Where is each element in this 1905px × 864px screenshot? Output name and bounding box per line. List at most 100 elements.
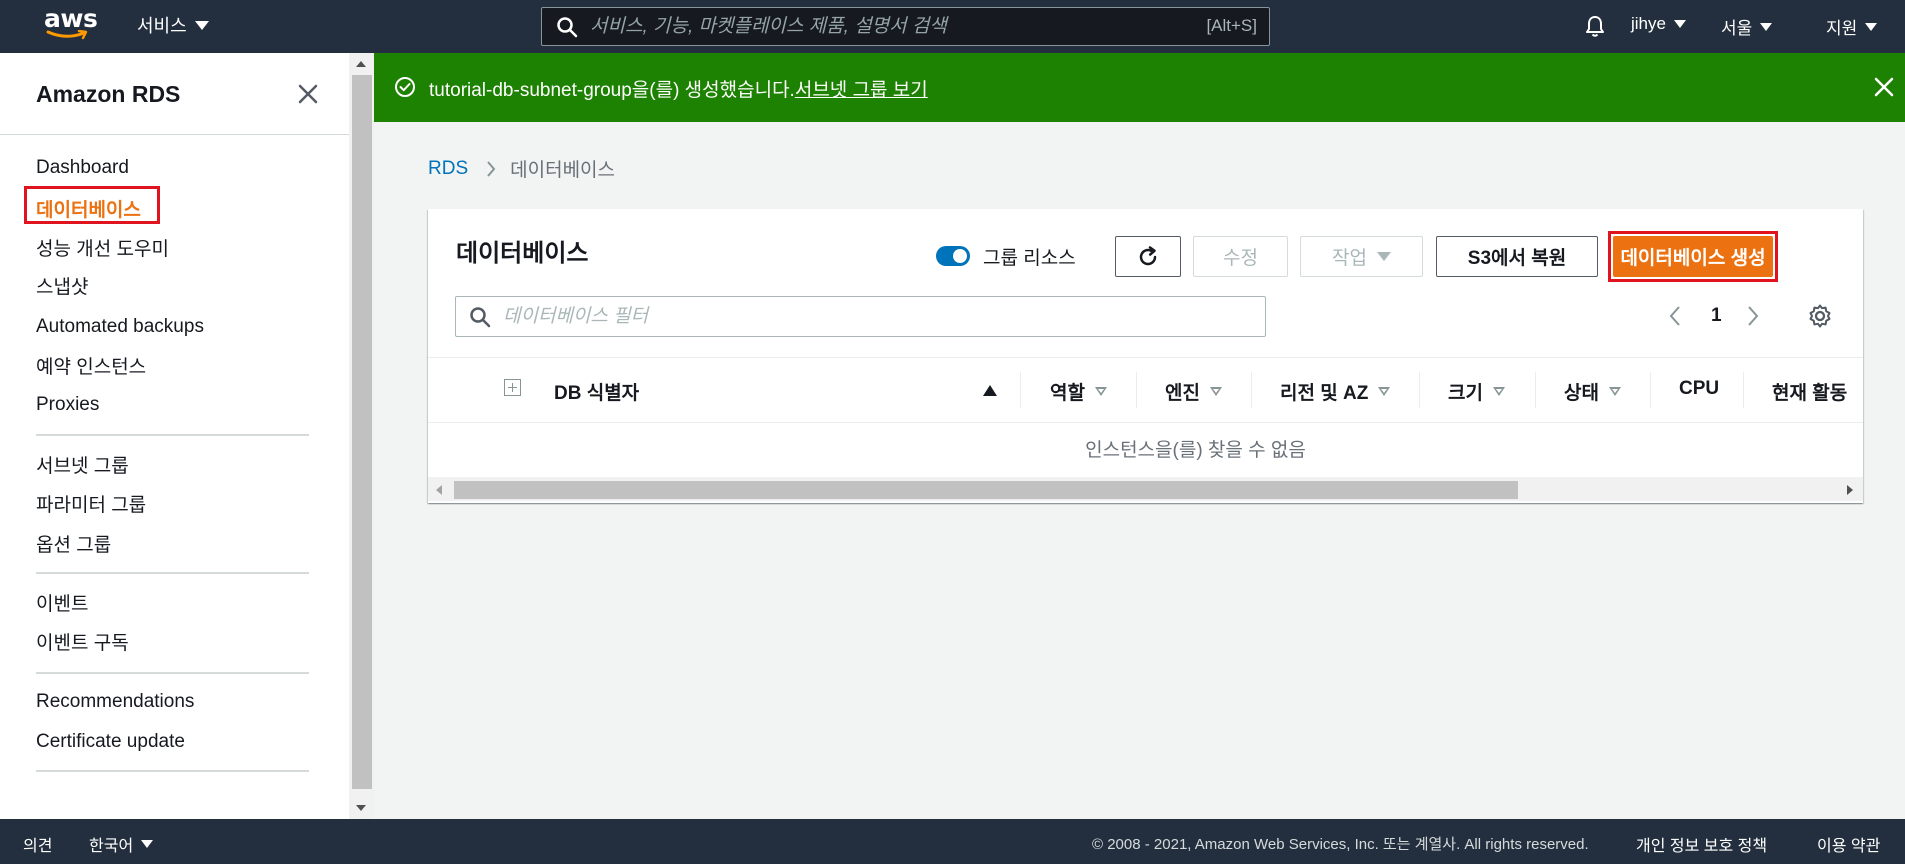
language-selector[interactable]: 한국어 (89, 832, 154, 856)
breadcrumb-current: 데이터베이스 (510, 160, 616, 181)
table-horizontal-scrollbar[interactable] (428, 477, 1863, 501)
global-search[interactable]: [Alt+S] (541, 7, 1270, 46)
panel-title: 데이터베이스 (456, 240, 589, 267)
sidebar-item-subnet-groups[interactable]: 서브넷 그룹 (36, 451, 129, 478)
sidebar-scrollbar[interactable] (349, 53, 374, 819)
scroll-left-arrow-icon[interactable] (436, 485, 442, 495)
modify-button[interactable]: 수정 (1193, 236, 1288, 277)
sidebar-item-automated-backups[interactable]: Automated backups (36, 316, 204, 338)
sort-icon (1094, 387, 1107, 396)
divider (428, 422, 1863, 423)
divider (36, 434, 309, 436)
sort-ascending-icon[interactable] (983, 385, 997, 396)
column-separator (1743, 372, 1744, 408)
current-page-number[interactable]: 1 (1711, 305, 1722, 327)
column-header-role[interactable]: 역할 (1050, 378, 1107, 405)
column-header-cpu[interactable]: CPU (1679, 378, 1719, 400)
sidebar-item-parameter-groups[interactable]: 파라미터 그룹 (36, 490, 146, 517)
region-name: 서울 (1721, 19, 1753, 38)
view-subnet-group-link[interactable]: 서브넷 그룹 보기 (795, 80, 928, 101)
sidebar-item-recommendations[interactable]: Recommendations (36, 691, 194, 713)
terms-of-use-link[interactable]: 이용 약관 (1817, 832, 1880, 856)
scroll-up-arrow-icon[interactable] (356, 61, 366, 67)
column-header-label: 상태 (1564, 383, 1599, 404)
gear-icon[interactable] (1807, 303, 1833, 329)
sidebar-item-events[interactable]: 이벤트 (36, 589, 88, 616)
feedback-link[interactable]: 의견 (23, 832, 52, 856)
column-separator (1251, 372, 1252, 408)
sidebar-item-certificate-update[interactable]: Certificate update (36, 731, 185, 753)
column-header-current-activity[interactable]: 현재 활동 (1772, 378, 1847, 405)
divider (36, 770, 309, 772)
database-filter[interactable] (455, 296, 1266, 337)
column-header-label: 리전 및 AZ (1280, 383, 1369, 404)
scroll-down-arrow-icon[interactable] (356, 805, 366, 811)
column-header-label: 크기 (1448, 383, 1483, 404)
actions-dropdown-button[interactable]: 작업 (1300, 236, 1423, 277)
sidebar-item-databases[interactable]: 데이터베이스 (36, 195, 141, 222)
flash-message-text: tutorial-db-subnet-group을(를) 생성했습니다. (429, 80, 795, 101)
scrollbar-thumb[interactable] (352, 75, 372, 789)
sort-icon (1492, 387, 1505, 396)
sidebar-item-performance-insights[interactable]: 성능 개선 도우미 (36, 234, 169, 261)
global-search-input[interactable] (590, 15, 1190, 38)
create-database-label: 데이터베이스 생성 (1620, 248, 1766, 269)
region-menu[interactable]: 서울 (1721, 14, 1773, 39)
expand-all-icon[interactable] (504, 379, 521, 396)
sidebar-item-snapshots[interactable]: 스냅샷 (36, 272, 88, 299)
support-menu[interactable]: 지원 (1826, 14, 1878, 39)
column-header-label: CPU (1679, 378, 1720, 399)
next-page-icon[interactable] (1746, 305, 1760, 327)
chevron-down-icon (1865, 22, 1878, 31)
scroll-right-arrow-icon[interactable] (1847, 485, 1853, 495)
sidebar-item-option-groups[interactable]: 옵션 그룹 (36, 530, 111, 557)
chevron-down-icon (194, 20, 209, 30)
column-separator (1535, 372, 1536, 408)
database-filter-input[interactable] (503, 305, 1203, 328)
column-separator (1020, 372, 1021, 408)
empty-table-message: 인스턴스을(를) 찾을 수 없음 (1085, 440, 1306, 461)
column-header-status[interactable]: 상태 (1564, 378, 1621, 405)
toggle-knob (953, 249, 967, 263)
group-resources-toggle[interactable] (936, 246, 970, 266)
column-header-engine[interactable]: 엔진 (1165, 378, 1222, 405)
scrollbar-thumb[interactable] (454, 481, 1518, 499)
refresh-button[interactable] (1115, 236, 1181, 277)
breadcrumb-rds-link[interactable]: RDS (428, 158, 468, 180)
sidebar-title: Amazon RDS (36, 81, 181, 107)
sidebar-item-dashboard[interactable]: Dashboard (36, 157, 129, 179)
aws-smile-icon (46, 30, 88, 40)
services-label: 서비스 (137, 16, 187, 36)
table-header: DB 식별자 역할 엔진 리전 및 AZ 크기 상태 CPU 현재 활동 (428, 358, 1863, 422)
column-separator (1650, 372, 1651, 408)
sidebar-item-proxies[interactable]: Proxies (36, 394, 99, 416)
success-check-icon (395, 77, 415, 97)
search-icon (470, 306, 491, 327)
search-icon (557, 16, 578, 37)
previous-page-icon[interactable] (1668, 305, 1682, 327)
divider (0, 134, 349, 135)
close-icon[interactable] (1874, 77, 1894, 97)
divider (36, 672, 309, 674)
search-shortcut-hint: [Alt+S] (1206, 16, 1257, 35)
privacy-policy-link[interactable]: 개인 정보 보호 정책 (1636, 832, 1767, 856)
sidebar: Amazon RDS Dashboard 데이터베이스 성능 개선 도우미 스냅… (0, 53, 349, 819)
restore-from-s3-button[interactable]: S3에서 복원 (1436, 236, 1598, 277)
create-database-button[interactable]: 데이터베이스 생성 (1613, 236, 1773, 277)
notification-bell-icon[interactable] (1583, 14, 1607, 38)
column-header-size[interactable]: 크기 (1448, 378, 1505, 405)
divider (36, 572, 309, 574)
success-flash-banner: tutorial-db-subnet-group을(를) 생성했습니다.서브넷 … (374, 53, 1905, 122)
column-header-region-az[interactable]: 리전 및 AZ (1280, 378, 1391, 405)
services-menu[interactable]: 서비스 (137, 12, 209, 38)
column-header-db-identifier[interactable]: DB 식별자 (554, 378, 639, 405)
flash-message: tutorial-db-subnet-group을(를) 생성했습니다.서브넷 … (429, 75, 928, 102)
aws-logo-text: aws (44, 4, 98, 33)
aws-logo[interactable]: aws (44, 4, 98, 44)
user-menu[interactable]: jihye (1631, 14, 1686, 34)
close-icon[interactable] (296, 82, 320, 106)
chevron-right-icon (487, 160, 496, 177)
column-separator (1419, 372, 1420, 408)
sidebar-item-event-subscriptions[interactable]: 이벤트 구독 (36, 628, 129, 655)
sidebar-item-reserved-instances[interactable]: 예약 인스턴스 (36, 352, 146, 379)
